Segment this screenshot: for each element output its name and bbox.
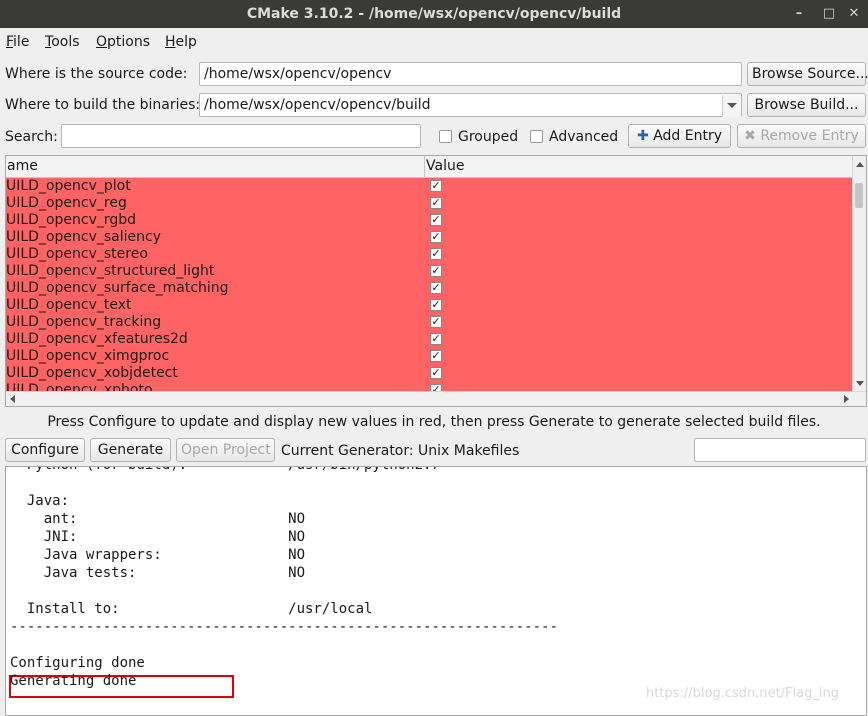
output-search-input[interactable] (694, 438, 866, 462)
menu-bar: File Tools Options Help (0, 28, 868, 56)
output-log: https://blog.csdn.net/Flag_ing Python (f… (5, 466, 867, 716)
row-value-checkbox[interactable]: ✓ (430, 350, 442, 362)
scroll-up-icon[interactable] (856, 162, 864, 167)
browse-build-button[interactable]: Browse Build... (747, 93, 866, 117)
row-name: UILD_opencv_stereo (6, 246, 148, 262)
source-path-field[interactable]: /home/wsx/opencv/opencv (199, 62, 742, 86)
row-name: UILD_opencv_ximgproc (6, 348, 170, 364)
row-value-checkbox[interactable]: ✓ (430, 367, 442, 379)
log-line: ----------------------------------------… (10, 619, 558, 635)
current-generator: Current Generator: Unix Makefiles (281, 443, 520, 459)
log-line: Configuring done (10, 655, 145, 671)
scroll-thumb[interactable] (855, 183, 863, 208)
row-name: UILD_opencv_reg (6, 195, 127, 211)
menu-help[interactable]: Help (165, 34, 197, 50)
table-vertical-scrollbar[interactable] (852, 156, 866, 392)
log-line: Python (for build): /usr/bin/python2.7 (10, 467, 440, 474)
add-entry-button[interactable]: ✚ Add Entry (628, 124, 731, 148)
maximize-icon[interactable]: □ (820, 5, 838, 23)
table-row[interactable]: UILD_opencv_ximgproc ✓ (6, 348, 855, 365)
table-row[interactable]: UILD_opencv_reg ✓ (6, 195, 855, 212)
chevron-down-icon[interactable] (722, 95, 741, 117)
search-input[interactable] (61, 124, 421, 148)
log-line: Java: (10, 493, 70, 509)
table-row[interactable]: UILD_opencv_xobjdetect ✓ (6, 365, 855, 382)
row-name: UILD_opencv_structured_light (6, 263, 215, 279)
build-path-value: /home/wsx/opencv/opencv/build (204, 97, 431, 113)
log-line: JNI: NO (10, 529, 306, 545)
row-value-checkbox[interactable]: ✓ (430, 231, 442, 243)
table-row[interactable]: UILD_opencv_text ✓ (6, 297, 855, 314)
scroll-right-icon[interactable] (844, 395, 849, 403)
advanced-checkbox[interactable] (530, 130, 543, 143)
table-row[interactable]: UILD_opencv_saliency ✓ (6, 229, 855, 246)
scroll-left-icon[interactable] (10, 395, 15, 403)
row-value-checkbox[interactable]: ✓ (430, 282, 442, 294)
row-value-checkbox[interactable]: ✓ (430, 180, 442, 192)
log-line: Java wrappers: NO (10, 547, 306, 563)
build-label: Where to build the binaries: (5, 97, 201, 113)
watermark: https://blog.csdn.net/Flag_ing (646, 686, 839, 701)
row-value-checkbox[interactable]: ✓ (430, 248, 442, 260)
source-label: Where is the source code: (5, 66, 188, 82)
table-horizontal-scrollbar[interactable] (6, 391, 866, 406)
row-name: UILD_opencv_surface_matching (6, 280, 229, 296)
row-value-checkbox[interactable]: ✓ (430, 333, 442, 345)
generate-button[interactable]: Generate (90, 438, 171, 462)
cache-table: ame Value UILD_opencv_plot ✓ UILD_opencv_r… (5, 155, 867, 407)
build-path-field[interactable]: /home/wsx/opencv/opencv/build (199, 93, 742, 117)
log-line: Generating done (10, 673, 137, 689)
row-name: UILD_opencv_rgbd (6, 212, 137, 228)
minimize-icon[interactable]: – (790, 5, 808, 23)
table-row[interactable]: UILD_opencv_plot ✓ (6, 178, 855, 195)
menu-tools[interactable]: Tools (45, 34, 80, 50)
table-row[interactable]: UILD_opencv_xfeatures2d ✓ (6, 331, 855, 348)
advanced-label: Advanced (549, 129, 619, 145)
row-name: UILD_opencv_xfeatures2d (6, 331, 188, 347)
menu-file[interactable]: File (6, 34, 29, 50)
hint-text: Press Configure to update and display ne… (47, 414, 821, 430)
log-line: Java tests: NO (10, 565, 306, 581)
grouped-label: Grouped (458, 129, 519, 145)
log-line: ant: NO (10, 511, 306, 527)
open-project-button[interactable]: Open Project (176, 438, 275, 462)
row-name: UILD_opencv_saliency (6, 229, 161, 245)
column-header-value[interactable]: Value (426, 158, 464, 174)
table-row[interactable]: UILD_opencv_rgbd ✓ (6, 212, 855, 229)
remove-icon: ✖ (744, 128, 756, 144)
configure-button[interactable]: Configure (5, 438, 85, 462)
row-value-checkbox[interactable]: ✓ (430, 265, 442, 277)
table-header: ame Value (6, 156, 855, 178)
log-line: Install to: /usr/local (10, 601, 373, 617)
row-name: UILD_opencv_xobjdetect (6, 365, 178, 381)
table-row[interactable]: UILD_opencv_structured_light ✓ (6, 263, 855, 280)
row-value-checkbox[interactable]: ✓ (430, 299, 442, 311)
title-bar: CMake 3.10.2 - /home/wsx/opencv/opencv/b… (0, 0, 868, 28)
row-value-checkbox[interactable]: ✓ (430, 197, 442, 209)
column-header-name[interactable]: ame (7, 158, 38, 174)
remove-entry-button[interactable]: ✖ Remove Entry (737, 124, 866, 148)
table-rows: UILD_opencv_plot ✓ UILD_opencv_reg ✓ UILD_op… (6, 178, 855, 392)
row-name: UILD_opencv_tracking (6, 314, 162, 330)
row-name: UILD_opencv_plot (6, 178, 131, 194)
search-label: Search: (5, 129, 58, 145)
table-row[interactable]: UILD_opencv_tracking ✓ (6, 314, 855, 331)
close-icon[interactable]: ✕ (845, 5, 863, 23)
row-name: UILD_opencv_text (6, 297, 132, 313)
row-value-checkbox[interactable]: ✓ (430, 214, 442, 226)
row-value-checkbox[interactable]: ✓ (430, 316, 442, 328)
menu-options[interactable]: Options (96, 34, 150, 50)
scroll-down-icon[interactable] (856, 381, 864, 386)
plus-icon: ✚ (637, 128, 649, 144)
grouped-checkbox[interactable] (439, 130, 452, 143)
table-row[interactable]: UILD_opencv_surface_matching ✓ (6, 280, 855, 297)
table-row[interactable]: UILD_opencv_stereo ✓ (6, 246, 855, 263)
browse-source-button[interactable]: Browse Source... (747, 62, 868, 86)
window-title: CMake 3.10.2 - /home/wsx/opencv/opencv/b… (246, 6, 622, 22)
